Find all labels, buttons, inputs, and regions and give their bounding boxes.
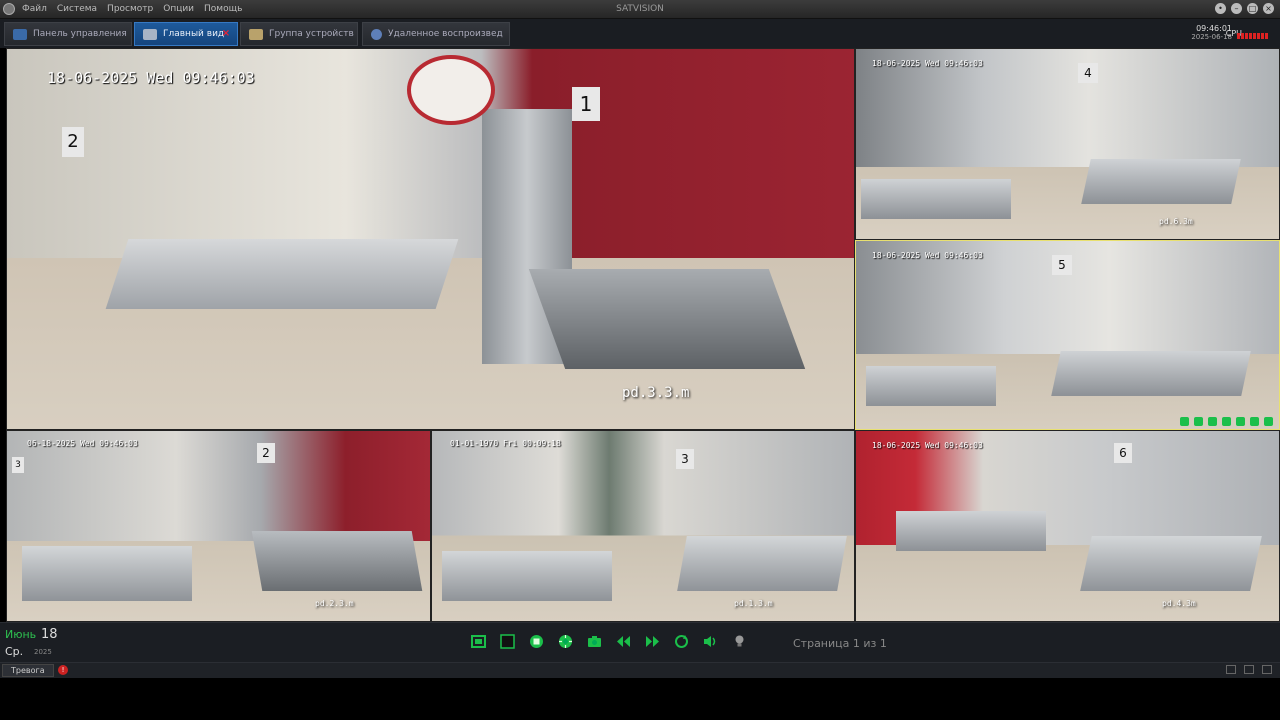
fullscreen-icon[interactable] — [470, 633, 487, 650]
lock-icon[interactable]: • — [1215, 3, 1226, 14]
video-grid: 18-06-2025 Wed 09:46:03 1 2 pd.3.3.m 18-… — [6, 48, 1280, 622]
camera-number: 5 — [1052, 255, 1072, 275]
tab-device-group[interactable]: Группа устройств — [240, 22, 358, 46]
tab-label: Панель управления — [33, 29, 127, 39]
menu-file[interactable]: Файл — [22, 0, 47, 18]
page-indicator: Страница 1 из 1 — [793, 637, 887, 650]
camera-view-2[interactable]: 18-06-2025 Wed 09:46:03 4 pd.6.3m — [855, 48, 1280, 240]
date-day: 18 — [41, 627, 58, 642]
restore-icon[interactable] — [1244, 665, 1254, 674]
fullscreen-icon[interactable] — [1250, 417, 1259, 426]
record-icon[interactable] — [528, 633, 545, 650]
zoom-icon[interactable] — [1236, 417, 1245, 426]
camera-timestamp: 18-06-2025 Wed 09:46:03 — [872, 59, 983, 68]
camera-timestamp: 01-01-1970 Fri 00:09:18 — [450, 439, 561, 448]
camera-number: 6 — [1114, 443, 1132, 463]
camera-label: pd.4.3m — [1162, 599, 1196, 608]
camera-timestamp: 18-06-2025 Wed 09:46:03 — [872, 251, 983, 260]
tab-label: Удаленное воспроизвед — [388, 29, 503, 39]
camera-number: 1 — [572, 87, 600, 121]
bottom-toolbar: Июнь 18 Ср. 2025 Страница 1 из 1 — [0, 622, 1280, 663]
camera-number: 4 — [1078, 63, 1098, 83]
date-month: Июнь — [5, 628, 37, 641]
camera-label: pd.6.3m — [1159, 217, 1193, 226]
camera-extra-number: 2 — [62, 127, 84, 157]
alarm-bar: Тревога ! — [0, 662, 1280, 678]
ptz-icon[interactable] — [1208, 417, 1217, 426]
title-bar: Файл Система Просмотр Опции Помощь SATVI… — [0, 0, 1280, 19]
camera-label: pd.3.3.m — [622, 385, 690, 401]
menu-bar: Файл Система Просмотр Опции Помощь — [22, 0, 242, 18]
snapshot-icon[interactable] — [586, 633, 603, 650]
device-group-icon — [249, 28, 263, 40]
camera-timestamp: 18-06-2025 Wed 09:46:03 — [872, 441, 983, 450]
menu-system[interactable]: Система — [57, 0, 97, 18]
tab-close-icon[interactable]: × — [221, 29, 231, 39]
playback-icon — [371, 28, 382, 40]
alarm-icon[interactable]: ! — [58, 665, 68, 675]
stop-square-icon[interactable] — [499, 633, 516, 650]
steel-table — [105, 239, 459, 309]
alarm-tab[interactable]: Тревога — [2, 664, 54, 677]
camera-view-1[interactable]: 18-06-2025 Wed 09:46:03 1 2 pd.3.3.m — [6, 48, 855, 430]
camera-label: pd.2.3.m — [315, 599, 354, 608]
audio-icon[interactable] — [1264, 417, 1273, 426]
app-logo-icon[interactable] — [3, 3, 15, 15]
camera-label: pd.1.3.m — [734, 599, 773, 608]
menu-help[interactable]: Помощь — [204, 0, 242, 18]
window-controls: • – □ × — [1215, 3, 1274, 14]
tab-label: Главный вид — [163, 29, 225, 39]
tab-remote-playback[interactable]: Удаленное воспроизвед — [362, 22, 510, 46]
tab-label: Группа устройств — [269, 29, 354, 39]
maximize-icon[interactable]: □ — [1247, 3, 1258, 14]
forward-icon[interactable] — [644, 633, 661, 650]
control-panel-icon — [13, 28, 27, 40]
camera-view-3[interactable]: 18-06-2025 Wed 09:46:03 5 — [855, 240, 1280, 430]
minimize-icon[interactable]: – — [1231, 3, 1242, 14]
rewind-icon[interactable] — [615, 633, 632, 650]
camera-number: 3 — [676, 449, 694, 469]
camera-extra-number: 3 — [12, 457, 24, 473]
date-weekday: Ср. — [5, 645, 24, 658]
pin-icon[interactable] — [1226, 665, 1236, 674]
refresh-icon[interactable] — [673, 633, 690, 650]
tab-bar: Панель управления Главный вид × Группа у… — [0, 19, 1280, 49]
camera-timestamp: 18-06-2025 Wed 09:46:03 — [47, 69, 255, 87]
camera-timestamp: 06-18-2025 Wed 09:46:03 — [27, 439, 138, 448]
menu-options[interactable]: Опции — [163, 0, 194, 18]
ptz-icon[interactable] — [557, 633, 574, 650]
close-panel-icon[interactable] — [1262, 665, 1272, 674]
stop-icon[interactable] — [1222, 417, 1231, 426]
steel-table — [528, 269, 806, 369]
camera-view-6[interactable]: 18-06-2025 Wed 09:46:03 6 pd.4.3m — [855, 430, 1280, 622]
tab-main-view[interactable]: Главный вид × — [134, 22, 238, 46]
playback-tools — [470, 633, 748, 650]
logo-sign — [407, 55, 495, 125]
audio-icon[interactable] — [702, 633, 719, 650]
cpu-meter — [1237, 33, 1268, 39]
tab-control-panel[interactable]: Панель управления — [4, 22, 132, 46]
snapshot-icon[interactable] — [1180, 417, 1189, 426]
date-year: 2025 — [34, 648, 52, 656]
camera-view-4[interactable]: 06-18-2025 Wed 09:46:03 2 3 pd.2.3.m — [6, 430, 431, 622]
light-icon[interactable] — [731, 633, 748, 650]
alarm-controls — [1226, 665, 1272, 674]
close-icon[interactable]: × — [1263, 3, 1274, 14]
camera-view-5[interactable]: 01-01-1970 Fri 00:09:18 3 pd.1.3.m — [431, 430, 855, 622]
menu-view[interactable]: Просмотр — [107, 0, 153, 18]
camera-mini-toolbar — [1180, 417, 1273, 426]
record-icon[interactable] — [1194, 417, 1203, 426]
camera-number: 2 — [257, 443, 275, 463]
monitor-icon — [143, 28, 157, 40]
